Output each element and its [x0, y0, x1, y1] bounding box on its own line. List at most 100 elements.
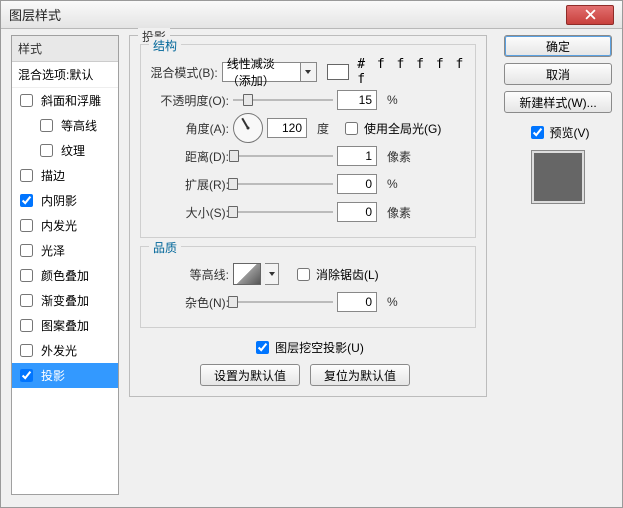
close-icon	[585, 9, 596, 20]
angle-dial[interactable]	[233, 113, 263, 143]
style-row[interactable]: 内阴影	[12, 188, 118, 213]
spread-unit: %	[387, 177, 398, 191]
titlebar: 图层样式	[1, 1, 622, 29]
right-panel: 确定 取消 新建样式(W)... 预览(V)	[504, 35, 612, 204]
spread-value[interactable]	[337, 174, 377, 194]
size-value[interactable]	[337, 202, 377, 222]
preview-checkbox[interactable]: 预览(V)	[504, 123, 612, 142]
style-checkbox[interactable]	[20, 294, 33, 307]
angle-row: 角度(A): 度 使用全局光(G)	[149, 117, 467, 139]
style-checkbox[interactable]	[40, 119, 53, 132]
structure-fieldset: 结构 混合模式(B): 线性减淡（添加） # f f f f f f 不透明度(…	[140, 44, 476, 238]
style-row[interactable]: 渐变叠加	[12, 288, 118, 313]
global-light-input[interactable]	[345, 122, 358, 135]
style-checkbox[interactable]	[20, 94, 33, 107]
opacity-value[interactable]	[337, 90, 377, 110]
style-label: 内阴影	[41, 192, 77, 209]
knockout-input[interactable]	[256, 341, 269, 354]
blend-mode-combo[interactable]: 线性减淡（添加）	[222, 62, 317, 82]
distance-row: 距离(D): 像素	[149, 145, 467, 167]
drop-shadow-fieldset: 投影 结构 混合模式(B): 线性减淡（添加） # f f f f f f 不透…	[129, 35, 487, 397]
opacity-row: 不透明度(O): %	[149, 89, 467, 111]
blending-options-row[interactable]: 混合选项:默认	[12, 62, 118, 88]
style-row[interactable]: 斜面和浮雕	[12, 88, 118, 113]
style-row[interactable]: 投影	[12, 363, 118, 388]
close-button[interactable]	[566, 5, 614, 25]
style-label: 颜色叠加	[41, 267, 89, 284]
blend-mode-row: 混合模式(B): 线性减淡（添加） # f f f f f f	[149, 61, 467, 83]
layer-style-dialog: 图层样式 样式 混合选项:默认 斜面和浮雕等高线纹理描边内阴影内发光光泽颜色叠加…	[0, 0, 623, 508]
preview-swatch	[531, 150, 585, 204]
preview-label: 预览(V)	[550, 124, 590, 141]
reset-default-button[interactable]: 复位为默认值	[310, 364, 410, 386]
antialiased-input[interactable]	[297, 268, 310, 281]
style-label: 光泽	[41, 242, 65, 259]
blend-mode-value: 线性减淡（添加）	[223, 55, 300, 89]
style-label: 斜面和浮雕	[41, 92, 101, 109]
knockout-checkbox[interactable]: 图层挖空投影(U)	[252, 338, 364, 357]
noise-unit: %	[387, 295, 398, 309]
size-slider[interactable]	[233, 203, 333, 221]
style-row[interactable]: 图案叠加	[12, 313, 118, 338]
window-title: 图层样式	[9, 5, 566, 24]
noise-slider[interactable]	[233, 293, 333, 311]
style-row[interactable]: 等高线	[12, 113, 118, 138]
style-checkbox[interactable]	[20, 194, 33, 207]
noise-label: 杂色(N):	[149, 294, 229, 311]
contour-dropdown-button[interactable]	[265, 263, 279, 285]
style-checkbox[interactable]	[20, 344, 33, 357]
distance-label: 距离(D):	[149, 148, 229, 165]
color-swatch[interactable]	[327, 64, 350, 80]
knockout-row: 图层挖空投影(U)	[140, 336, 476, 358]
global-light-checkbox[interactable]: 使用全局光(G)	[341, 119, 441, 138]
contour-row: 等高线: 消除锯齿(L)	[149, 263, 467, 285]
preview-input[interactable]	[531, 126, 544, 139]
style-label: 渐变叠加	[41, 292, 89, 309]
dialog-body: 样式 混合选项:默认 斜面和浮雕等高线纹理描边内阴影内发光光泽颜色叠加渐变叠加图…	[11, 35, 612, 497]
style-row[interactable]: 描边	[12, 163, 118, 188]
styles-header: 样式	[12, 36, 118, 62]
knockout-label: 图层挖空投影(U)	[275, 339, 364, 356]
style-label: 纹理	[61, 142, 85, 159]
opacity-slider[interactable]	[233, 91, 333, 109]
style-row[interactable]: 颜色叠加	[12, 263, 118, 288]
set-default-button[interactable]: 设置为默认值	[200, 364, 300, 386]
opacity-label: 不透明度(O):	[149, 92, 229, 109]
style-checkbox[interactable]	[20, 244, 33, 257]
chevron-down-icon	[300, 63, 316, 81]
antialiased-checkbox[interactable]: 消除锯齿(L)	[293, 265, 379, 284]
style-checkbox[interactable]	[20, 319, 33, 332]
style-label: 投影	[41, 367, 65, 384]
distance-unit: 像素	[387, 148, 411, 165]
style-row[interactable]: 光泽	[12, 238, 118, 263]
style-row[interactable]: 外发光	[12, 338, 118, 363]
main-panel: 投影 结构 混合模式(B): 线性减淡（添加） # f f f f f f 不透…	[129, 35, 487, 405]
styles-list: 斜面和浮雕等高线纹理描边内阴影内发光光泽颜色叠加渐变叠加图案叠加外发光投影	[12, 88, 118, 388]
quality-fieldset: 品质 等高线: 消除锯齿(L) 杂色(N):	[140, 246, 476, 328]
style-row[interactable]: 纹理	[12, 138, 118, 163]
spread-row: 扩展(R): %	[149, 173, 467, 195]
style-checkbox[interactable]	[20, 369, 33, 382]
angle-value[interactable]	[267, 118, 307, 138]
noise-value[interactable]	[337, 292, 377, 312]
new-style-button[interactable]: 新建样式(W)...	[504, 91, 612, 113]
spread-slider[interactable]	[233, 175, 333, 193]
size-unit: 像素	[387, 204, 411, 221]
blend-mode-label: 混合模式(B):	[149, 64, 218, 81]
style-label: 图案叠加	[41, 317, 89, 334]
style-label: 外发光	[41, 342, 77, 359]
style-checkbox[interactable]	[20, 169, 33, 182]
cancel-button[interactable]: 取消	[504, 63, 612, 85]
distance-value[interactable]	[337, 146, 377, 166]
contour-swatch[interactable]	[233, 263, 261, 285]
ok-button[interactable]: 确定	[504, 35, 612, 57]
defaults-button-row: 设置为默认值 复位为默认值	[200, 364, 476, 386]
distance-slider[interactable]	[233, 147, 333, 165]
style-checkbox[interactable]	[40, 144, 53, 157]
antialiased-label: 消除锯齿(L)	[316, 266, 379, 283]
style-row[interactable]: 内发光	[12, 213, 118, 238]
style-label: 描边	[41, 167, 65, 184]
size-row: 大小(S): 像素	[149, 201, 467, 223]
style-checkbox[interactable]	[20, 219, 33, 232]
style-checkbox[interactable]	[20, 269, 33, 282]
